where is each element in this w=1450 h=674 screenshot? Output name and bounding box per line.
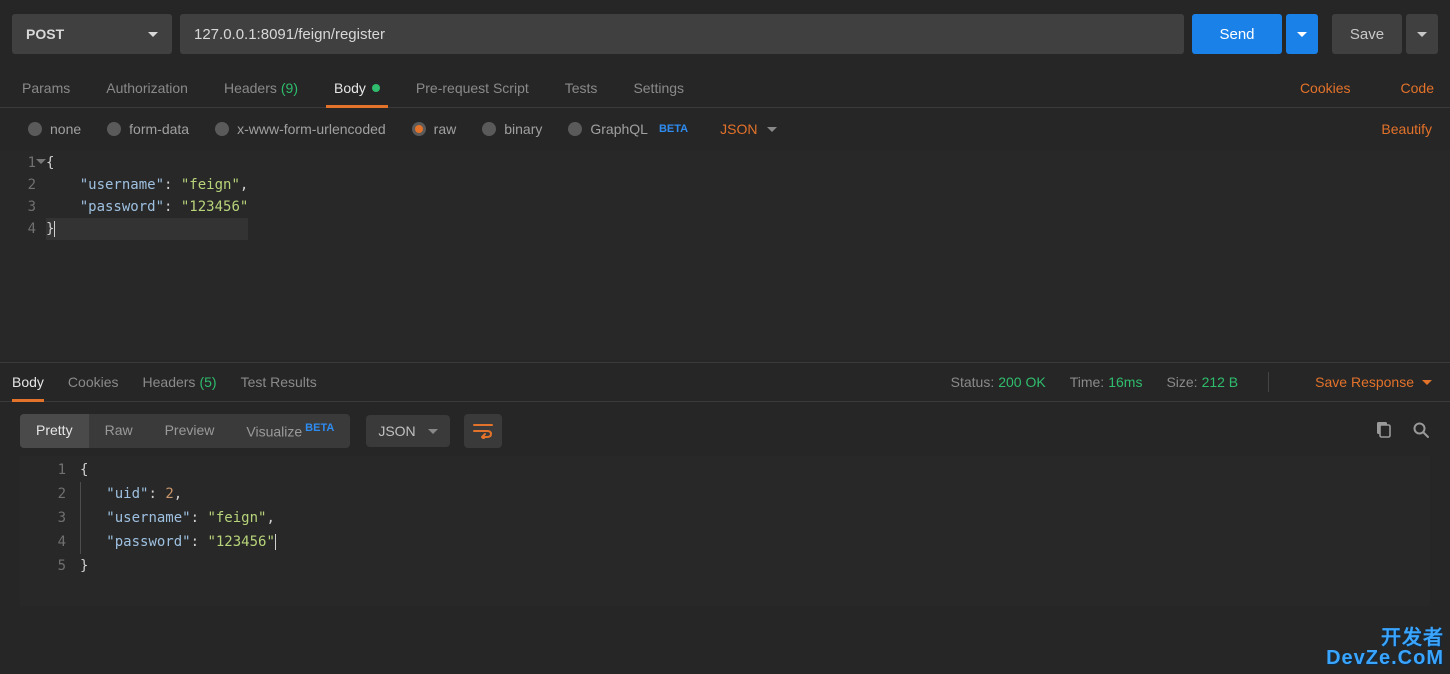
- editor-gutter: 1 2 3 4: [0, 150, 46, 360]
- view-raw[interactable]: Raw: [89, 414, 149, 448]
- body-type-urlencoded[interactable]: x-www-form-urlencoded: [215, 121, 386, 137]
- modified-indicator-icon: [372, 84, 380, 92]
- save-button[interactable]: Save: [1332, 14, 1402, 54]
- chevron-down-icon: [428, 429, 438, 434]
- response-code[interactable]: { "uid": 2, "username": "feign", "passwo…: [80, 456, 276, 606]
- tab-tests[interactable]: Tests: [565, 68, 598, 107]
- response-time: Time:16ms: [1070, 374, 1143, 390]
- separator: [1268, 372, 1269, 392]
- response-gutter: 1 2 3 4 5: [20, 456, 80, 606]
- save-response-button[interactable]: Save Response: [1315, 374, 1432, 390]
- body-type-graphql[interactable]: GraphQLBETA: [568, 121, 688, 137]
- search-icon: [1412, 421, 1430, 439]
- editor-code[interactable]: { "username": "feign", "password": "1234…: [46, 150, 248, 360]
- send-button[interactable]: Send: [1192, 14, 1282, 54]
- response-size: Size:212 B: [1166, 374, 1238, 390]
- save-dropdown[interactable]: [1406, 14, 1438, 54]
- radio-icon: [482, 122, 496, 136]
- chevron-down-icon: [1422, 380, 1432, 385]
- chevron-down-icon: [767, 127, 777, 132]
- send-dropdown[interactable]: [1286, 14, 1318, 54]
- response-tab-test-results[interactable]: Test Results: [241, 363, 317, 401]
- http-method-value: POST: [26, 26, 64, 42]
- beta-badge: BETA: [659, 123, 688, 135]
- body-type-form-data[interactable]: form-data: [107, 121, 189, 137]
- body-type-none[interactable]: none: [28, 121, 81, 137]
- response-tab-headers[interactable]: Headers (5): [143, 363, 217, 401]
- copy-icon: [1374, 421, 1392, 439]
- response-body-editor[interactable]: 1 2 3 4 5 { "uid": 2, "username": "feign…: [20, 456, 1430, 606]
- radio-icon: [215, 122, 229, 136]
- beta-badge: BETA: [305, 422, 334, 434]
- fold-icon: [36, 159, 46, 164]
- radio-icon: [568, 122, 582, 136]
- cookies-link[interactable]: Cookies: [1300, 80, 1351, 96]
- copy-response-button[interactable]: [1374, 421, 1392, 442]
- body-type-binary[interactable]: binary: [482, 121, 542, 137]
- search-response-button[interactable]: [1412, 421, 1430, 442]
- radio-icon: [107, 122, 121, 136]
- radio-icon: [28, 122, 42, 136]
- response-tab-body[interactable]: Body: [12, 363, 44, 401]
- body-type-raw[interactable]: raw: [412, 121, 457, 137]
- chevron-down-icon: [1417, 32, 1427, 37]
- tab-headers[interactable]: Headers (9): [224, 68, 298, 107]
- tab-body-label: Body: [334, 80, 366, 96]
- view-pretty[interactable]: Pretty: [20, 414, 89, 448]
- response-format-select[interactable]: JSON: [366, 415, 449, 447]
- response-view-segment: Pretty Raw Preview VisualizeBETA: [20, 414, 350, 448]
- tab-headers-count: (9): [281, 80, 298, 96]
- response-status: Status:200 OK: [951, 374, 1046, 390]
- tab-headers-label: Headers: [224, 80, 277, 96]
- tab-params[interactable]: Params: [22, 68, 70, 107]
- chevron-down-icon: [1297, 32, 1307, 37]
- chevron-down-icon: [148, 32, 158, 37]
- request-body-editor[interactable]: 1 2 3 4 { "username": "feign", "password…: [0, 150, 1450, 360]
- raw-format-select[interactable]: JSON: [720, 121, 777, 137]
- beautify-button[interactable]: Beautify: [1381, 121, 1432, 137]
- url-input[interactable]: [180, 14, 1184, 54]
- tab-authorization[interactable]: Authorization: [106, 68, 188, 107]
- http-method-select[interactable]: POST: [12, 14, 172, 54]
- response-tab-cookies[interactable]: Cookies: [68, 363, 119, 401]
- wrap-lines-button[interactable]: [464, 414, 502, 448]
- wrap-icon: [473, 423, 493, 439]
- code-link[interactable]: Code: [1401, 80, 1434, 96]
- view-preview[interactable]: Preview: [149, 414, 231, 448]
- watermark: 开发者 DevZe.CoM: [1326, 628, 1444, 668]
- view-visualize[interactable]: VisualizeBETA: [230, 414, 350, 448]
- tab-body[interactable]: Body: [334, 68, 380, 107]
- radio-icon: [412, 122, 426, 136]
- tab-settings[interactable]: Settings: [633, 68, 684, 107]
- tab-prerequest[interactable]: Pre-request Script: [416, 68, 529, 107]
